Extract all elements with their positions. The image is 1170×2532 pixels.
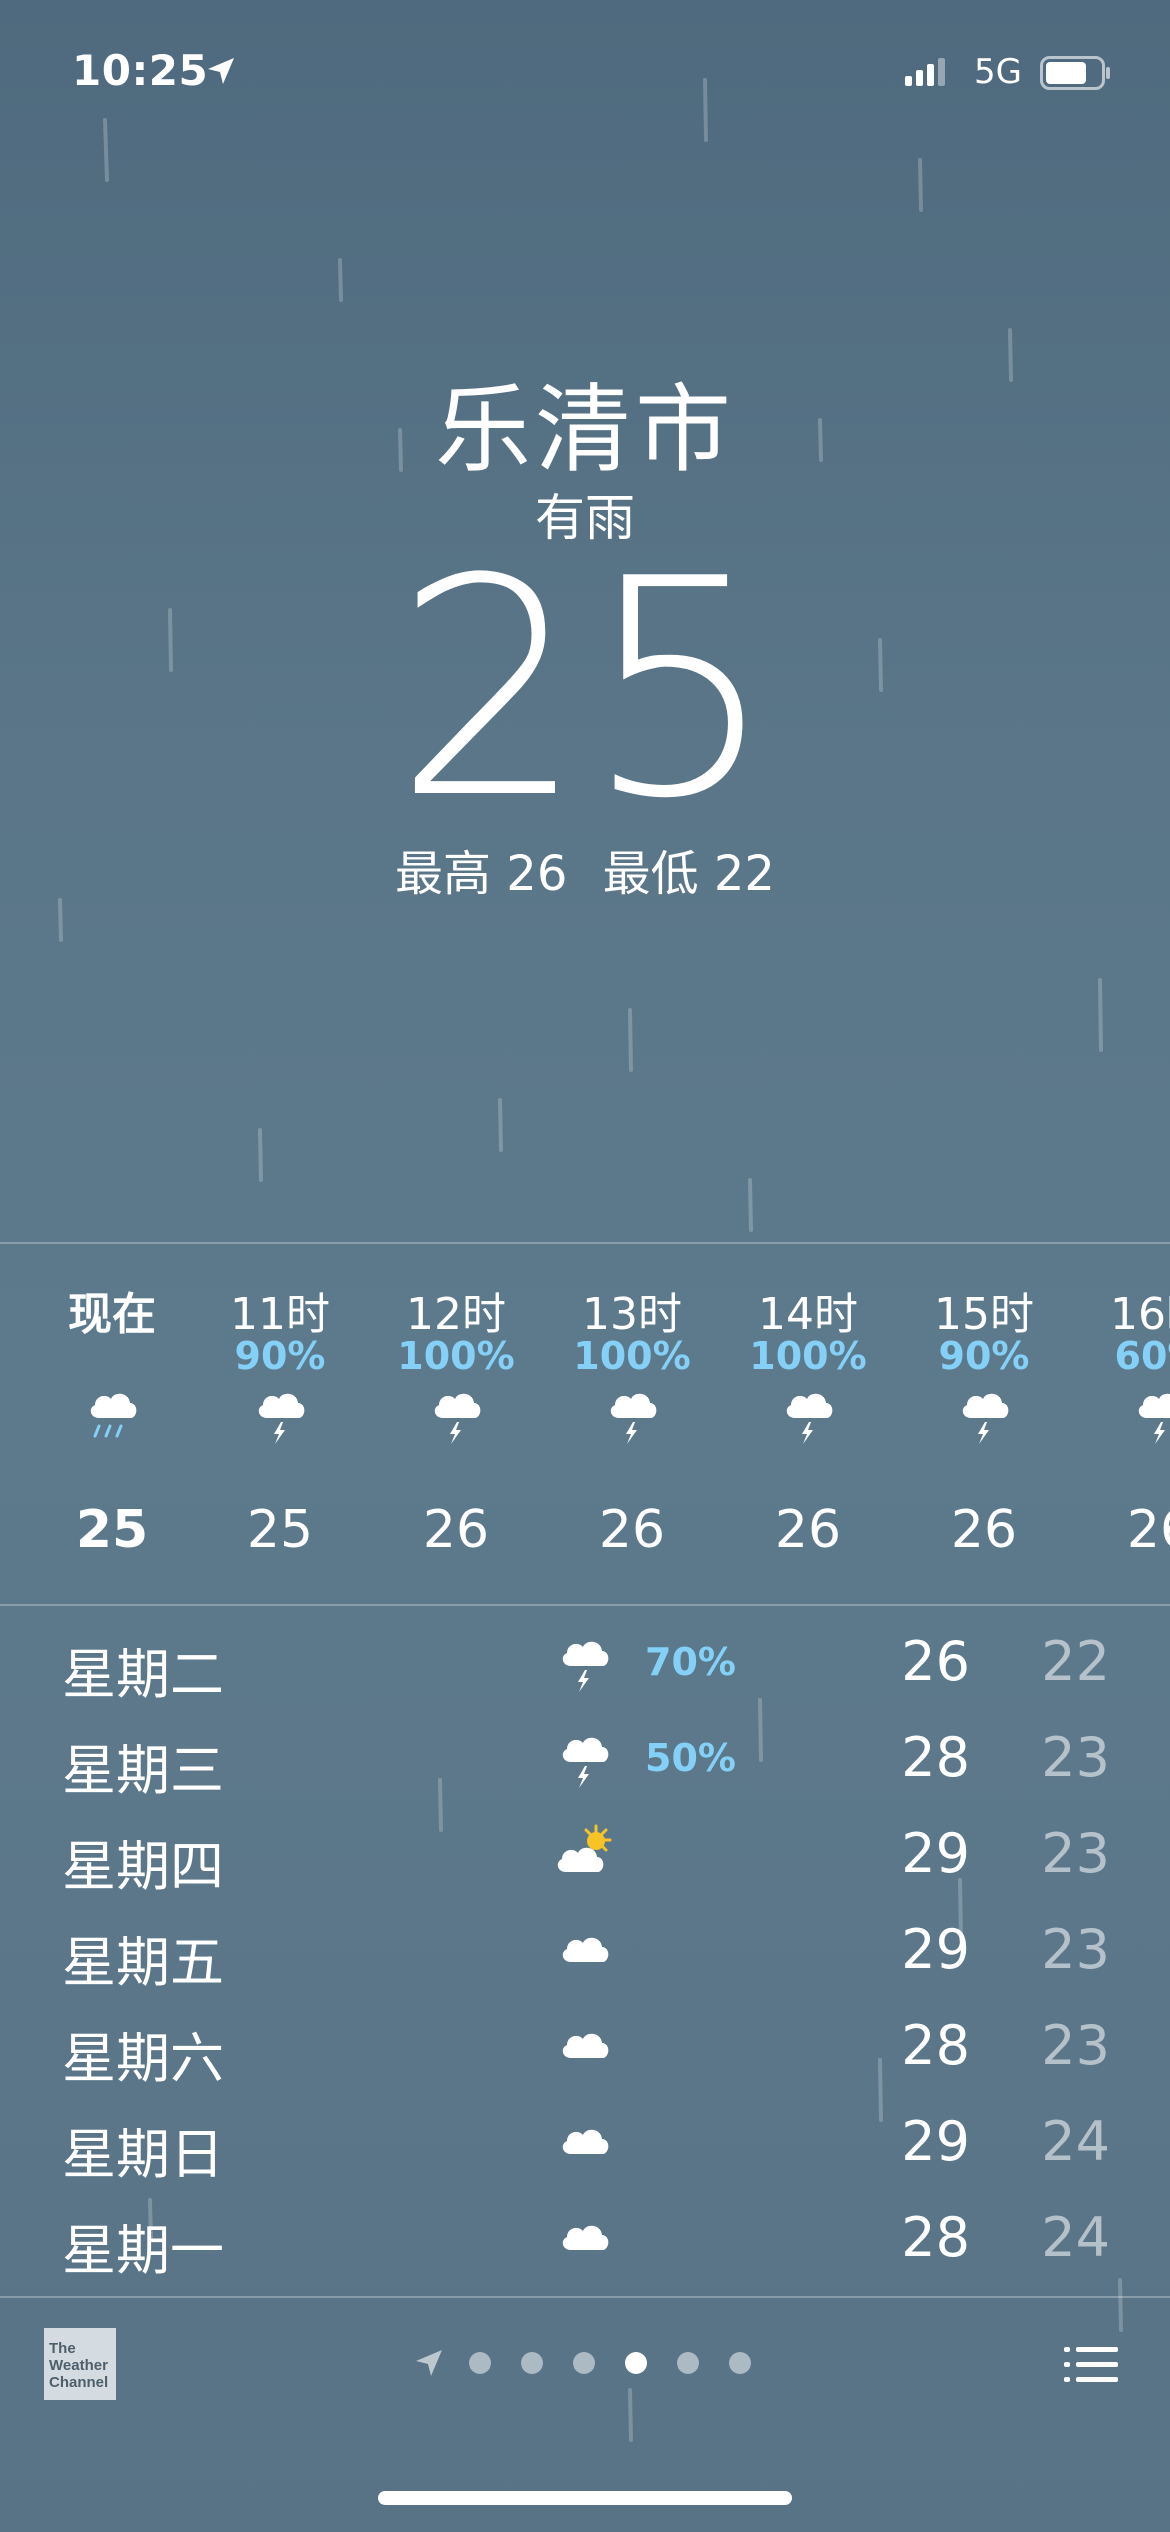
precip-probability: 70% xyxy=(645,1640,736,1684)
hour-temperature: 26 xyxy=(950,1500,1018,1560)
page-indicator[interactable] xyxy=(0,2348,1170,2378)
high-temperature: 28 xyxy=(901,2206,970,2269)
hourly-bottom-divider xyxy=(0,1604,1170,1606)
thunderstorm-icon xyxy=(600,1382,664,1446)
home-indicator[interactable] xyxy=(378,2491,792,2505)
hour-temperature: 26 xyxy=(1126,1500,1170,1560)
city-list-icon[interactable] xyxy=(1064,2344,1118,2386)
cloud-icon xyxy=(552,2206,616,2270)
hour-label: 15时 xyxy=(934,1289,1034,1340)
low-temperature: 24 xyxy=(1041,2206,1110,2269)
current-location-page-icon[interactable] xyxy=(414,2348,444,2378)
hour-temperature: 26 xyxy=(598,1500,666,1560)
day-name: 星期三 xyxy=(62,1739,224,1802)
thunderstorm-icon xyxy=(952,1382,1016,1446)
precip-probability: 90% xyxy=(234,1334,326,1378)
status-bar: 10:25 5G xyxy=(0,0,1170,140)
status-time: 10:25 xyxy=(72,46,209,95)
daily-row: 星期六 28 23 xyxy=(0,2000,1170,2096)
precip-probability: 50% xyxy=(645,1736,736,1780)
daily-row: 星期二 70% 26 22 xyxy=(0,1616,1170,1712)
high-temperature: 最高 26 xyxy=(395,846,568,902)
day-name: 星期二 xyxy=(62,1643,224,1706)
page-dot[interactable] xyxy=(729,2352,751,2374)
hour-label: 14时 xyxy=(758,1289,858,1340)
network-type: 5G xyxy=(974,52,1022,92)
low-temperature: 24 xyxy=(1041,2110,1110,2173)
precip-probability: 100% xyxy=(573,1334,691,1378)
thunderstorm-icon xyxy=(248,1382,312,1446)
thunderstorm-icon xyxy=(776,1382,840,1446)
daily-row: 星期日 29 24 xyxy=(0,2096,1170,2192)
location-arrow-icon xyxy=(208,58,234,84)
daily-row: 星期五 29 23 xyxy=(0,1904,1170,2000)
page-dot[interactable] xyxy=(625,2352,647,2374)
low-temperature: 23 xyxy=(1041,2014,1110,2077)
day-name: 星期四 xyxy=(62,1835,224,1898)
precip-probability: 100% xyxy=(749,1334,867,1378)
thunderstorm-icon xyxy=(424,1382,488,1446)
cloud-icon xyxy=(552,1918,616,1982)
low-temperature: 23 xyxy=(1041,1822,1110,1885)
high-temperature: 26 xyxy=(901,1630,970,1693)
precip-probability: 100% xyxy=(397,1334,515,1378)
page-dot[interactable] xyxy=(573,2352,595,2374)
hour-label: 12时 xyxy=(406,1289,506,1340)
day-name: 星期六 xyxy=(62,2027,224,2090)
high-temperature: 28 xyxy=(901,1726,970,1789)
precip-probability: 90% xyxy=(938,1334,1030,1378)
cloud-icon xyxy=(552,2110,616,2174)
day-name: 星期日 xyxy=(62,2123,224,2186)
page-dot[interactable] xyxy=(677,2352,699,2374)
hour-label: 13时 xyxy=(582,1289,682,1340)
day-name: 星期一 xyxy=(62,2219,224,2282)
thunderstorm-icon xyxy=(552,1726,616,1790)
hourly-top-divider xyxy=(0,1242,1170,1244)
cellular-signal-icon xyxy=(905,58,945,86)
low-temperature: 22 xyxy=(1041,1630,1110,1693)
low-temperature: 23 xyxy=(1041,1726,1110,1789)
hour-label: 11时 xyxy=(230,1289,330,1340)
high-temperature: 29 xyxy=(901,1918,970,1981)
hour-temperature: 26 xyxy=(774,1500,842,1560)
partly-sunny-icon xyxy=(552,1822,616,1886)
precip-probability: 60% xyxy=(1114,1334,1170,1378)
high-low-temperature: 最高 26 最低 22 xyxy=(0,834,1170,904)
cloud-icon xyxy=(552,2014,616,2078)
page-dot[interactable] xyxy=(469,2352,491,2374)
page-dot[interactable] xyxy=(521,2352,543,2374)
hour-temperature: 26 xyxy=(422,1500,490,1560)
hourly-forecast[interactable]: 现在 25 11时 90% 25 12时 100% 26 13时 100% 26 14时 100% 26 1… xyxy=(0,1248,1170,1604)
high-temperature: 29 xyxy=(901,2110,970,2173)
thunderstorm-icon xyxy=(1128,1382,1170,1446)
hour-temperature: 25 xyxy=(246,1500,314,1560)
low-temperature: 最低 22 xyxy=(602,846,775,902)
thunderstorm-icon xyxy=(552,1630,616,1694)
daily-row: 星期三 50% 28 23 xyxy=(0,1712,1170,1808)
high-temperature: 29 xyxy=(901,1822,970,1885)
current-temperature: 25 xyxy=(394,515,776,864)
rain-icon xyxy=(80,1382,144,1446)
low-temperature: 23 xyxy=(1041,1918,1110,1981)
hour-label: 16时 xyxy=(1110,1289,1170,1340)
daily-row: 星期四 29 23 xyxy=(0,1808,1170,1904)
daily-row: 星期一 28 24 xyxy=(0,2192,1170,2288)
battery-icon xyxy=(1040,56,1110,90)
high-temperature: 28 xyxy=(901,2014,970,2077)
city-name: 乐清市 xyxy=(435,374,735,486)
day-name: 星期五 xyxy=(62,1931,224,1994)
bottom-bar: The Weather Channel xyxy=(0,2298,1170,2428)
